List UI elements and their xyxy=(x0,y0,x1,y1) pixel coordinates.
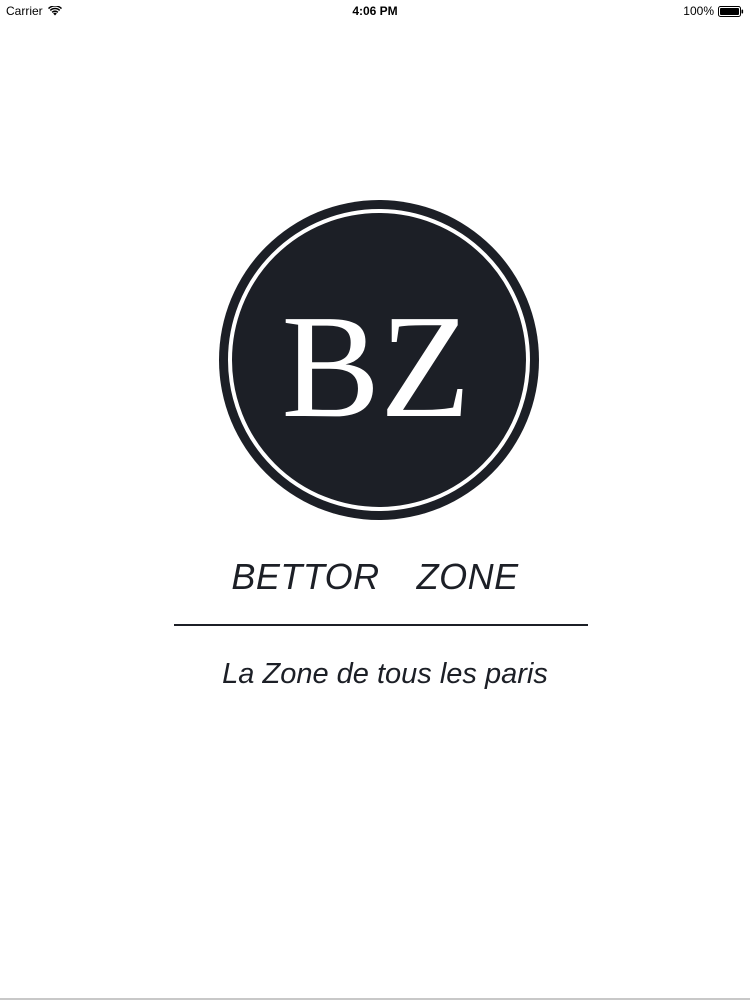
battery-percent: 100% xyxy=(683,4,714,18)
bz-logo: BZ xyxy=(217,198,541,522)
battery-icon xyxy=(718,5,744,17)
brand-name: BETTOR ZONE xyxy=(231,556,519,597)
logo-monogram: BZ xyxy=(281,285,470,449)
tagline: La Zone de tous les paris xyxy=(222,658,548,690)
status-time: 4:06 PM xyxy=(352,4,398,18)
status-bar: Carrier 4:06 PM 100% xyxy=(0,0,750,22)
divider xyxy=(174,624,588,626)
status-right: 100% xyxy=(683,4,744,18)
